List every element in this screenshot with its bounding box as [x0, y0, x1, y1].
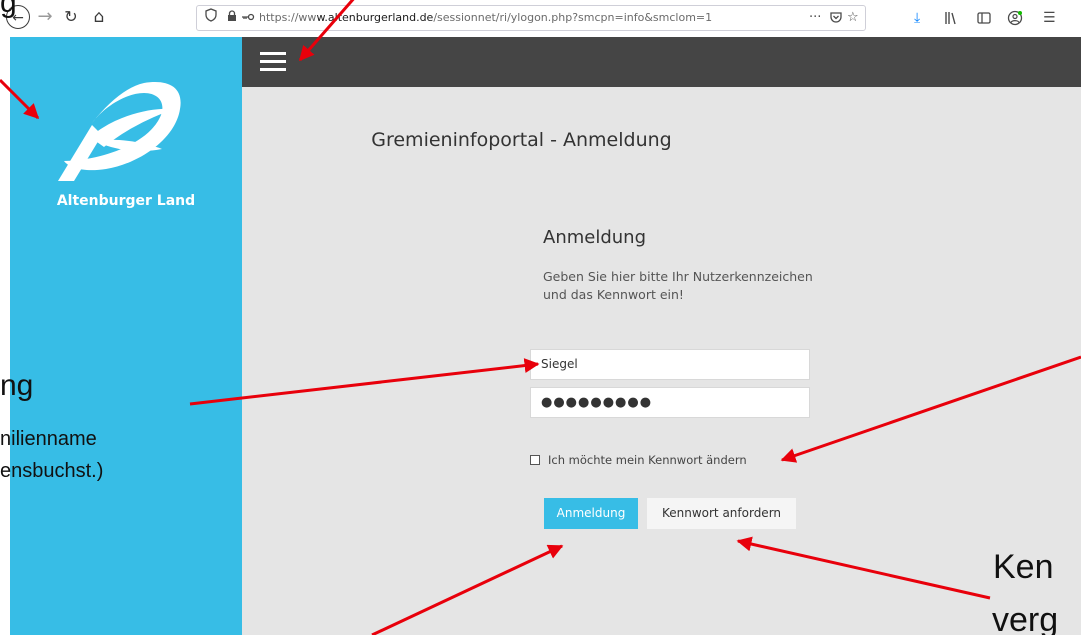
arrow-to-username	[189, 358, 540, 406]
screenshot-root: ← → ↻ ⌂ https://www.altenburgerland.de/s…	[0, 0, 1081, 635]
arrow-to-logo	[0, 78, 40, 120]
arrow-to-login	[371, 544, 564, 635]
annotation-arrows	[0, 0, 1081, 635]
arrow-to-menu	[298, 0, 355, 62]
arrow-to-checkbox	[780, 355, 1081, 463]
arrow-to-request	[736, 536, 991, 600]
